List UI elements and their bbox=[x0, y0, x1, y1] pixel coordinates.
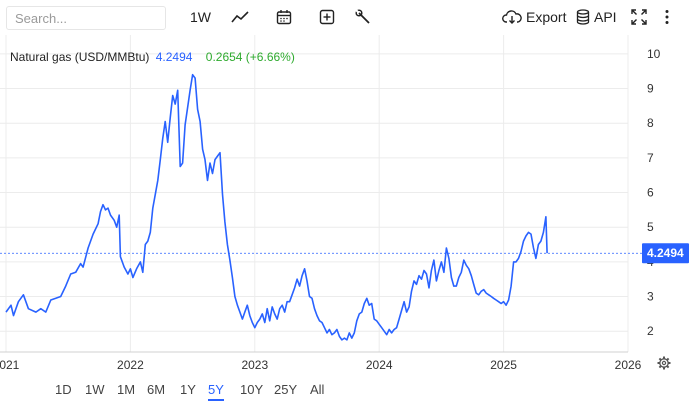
range-1m[interactable]: 1M bbox=[117, 382, 135, 399]
range-5y[interactable]: 5Y bbox=[208, 382, 224, 401]
last-price-tag-label: 4.2494 bbox=[647, 246, 684, 260]
range-10y[interactable]: 10Y bbox=[240, 382, 263, 399]
x-tick-label: 2025 bbox=[490, 358, 517, 372]
x-tick-label: 2022 bbox=[117, 358, 144, 372]
range-1d[interactable]: 1D bbox=[55, 382, 72, 399]
range-1y[interactable]: 1Y bbox=[180, 382, 196, 399]
y-tick-label: 7 bbox=[647, 151, 654, 165]
x-tick-label: 2024 bbox=[366, 358, 393, 372]
vertical-gridlines bbox=[5, 35, 629, 352]
range-1w[interactable]: 1W bbox=[85, 382, 105, 399]
x-tick-label: 2026 bbox=[615, 358, 642, 372]
y-tick-label: 6 bbox=[647, 186, 654, 200]
chart-legend: Natural gas (USD/MMBtu) 4.2494 0.2654 (+… bbox=[10, 50, 295, 64]
range-25y[interactable]: 25Y bbox=[274, 382, 297, 399]
range-6m[interactable]: 6M bbox=[147, 382, 165, 399]
settings-gear-icon[interactable] bbox=[657, 356, 671, 370]
y-tick-label: 3 bbox=[647, 290, 654, 304]
x-tick-label: 2021 bbox=[0, 358, 20, 372]
instrument-name: Natural gas (USD/MMBtu) bbox=[10, 50, 150, 64]
instrument-change: 0.2654 (+6.66%) bbox=[205, 50, 295, 64]
y-tick-label: 9 bbox=[647, 82, 654, 96]
y-tick-label: 5 bbox=[647, 220, 654, 234]
y-tick-label: 2 bbox=[647, 324, 654, 338]
instrument-price: 4.2494 bbox=[155, 50, 193, 64]
y-axis-labels: 2345678910 bbox=[647, 47, 661, 338]
horizontal-gridlines bbox=[0, 53, 628, 332]
range-selector: 1D 1W 1M 6M 1Y 5Y 10Y 25Y All bbox=[0, 376, 690, 405]
y-tick-label: 8 bbox=[647, 116, 654, 130]
x-tick-label: 2023 bbox=[241, 358, 268, 372]
last-price-tag: 4.2494 bbox=[642, 243, 689, 264]
y-tick-label: 10 bbox=[647, 47, 661, 61]
x-axis-labels: 2021 2022 2023 2024 2025 2026 bbox=[0, 358, 642, 372]
series-line-natural-gas bbox=[5, 73, 548, 341]
range-all[interactable]: All bbox=[310, 382, 324, 399]
